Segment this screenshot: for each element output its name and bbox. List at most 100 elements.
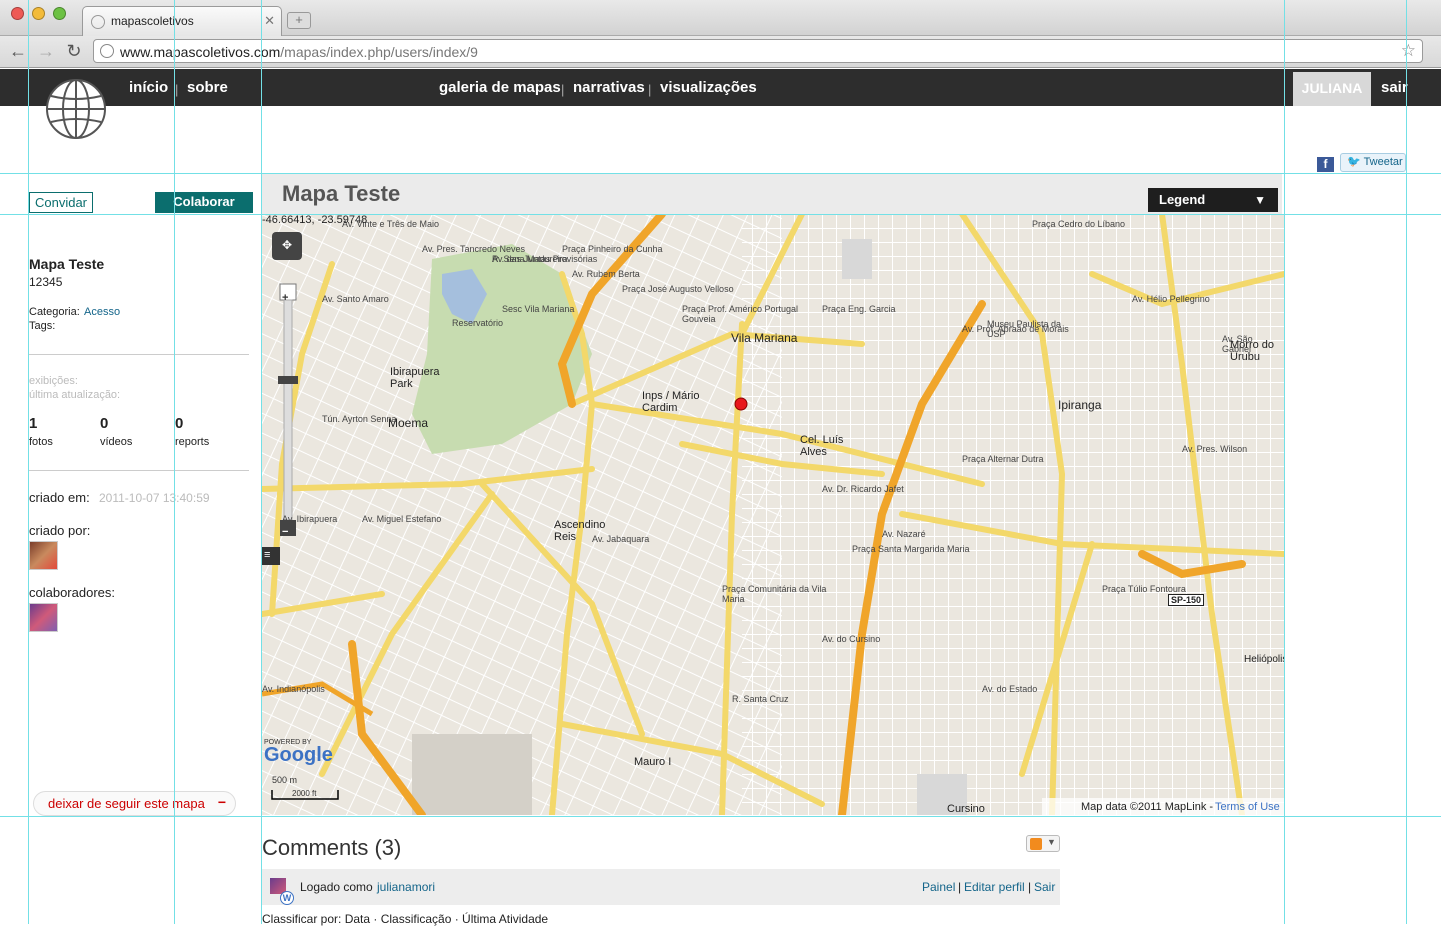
- minimize-window-button[interactable]: [32, 7, 45, 20]
- chevron-down-icon: ▼: [1047, 837, 1056, 847]
- map-label: Mauro I: [634, 756, 672, 768]
- created-by-label: criado por:: [29, 523, 91, 538]
- map-label: Praça Prof. Américo Portugal Gouveia: [682, 304, 799, 324]
- views-label: exibições:: [29, 375, 78, 387]
- creator-avatar[interactable]: [29, 541, 58, 570]
- forward-arrow-icon[interactable]: →: [36, 41, 56, 62]
- user-menu[interactable]: JULIANA: [1293, 72, 1371, 106]
- map-label: Av. Prof. Abraão de Morais: [962, 324, 1069, 334]
- guide-line: [174, 0, 175, 924]
- videos-label: vídeos: [100, 436, 133, 448]
- minus-icon: −: [217, 794, 226, 810]
- address-bar[interactable]: www.mapascoletivos.com/mapas/index.php/u…: [93, 39, 1423, 63]
- map-attribution: Map data ©2011 MapLink -: [1081, 801, 1214, 813]
- link-separator: |: [958, 880, 962, 894]
- map-label: Heliópolis: [1244, 654, 1284, 665]
- globe-icon: [100, 44, 114, 58]
- map-label: Av. Indianópolis: [262, 684, 325, 694]
- map-coordinates: -46.66413, -23.59748: [262, 214, 368, 226]
- map-name: Mapa Teste: [29, 256, 105, 272]
- map-label: Av. Miguel Estefano: [362, 514, 442, 524]
- map-label: Av. Hélio Pellegrino: [1132, 294, 1210, 304]
- nav-galeria[interactable]: galeria de mapas: [439, 79, 561, 96]
- tweet-button[interactable]: 🐦 Tweetar: [1340, 153, 1406, 172]
- scale-feet: 2000 ft: [292, 789, 317, 798]
- zoom-in-icon[interactable]: +: [282, 292, 288, 304]
- map-label: Av. das Juntas Provisórias: [492, 254, 598, 264]
- guide-line: [0, 214, 1441, 215]
- close-window-button[interactable]: [11, 7, 24, 20]
- nav-inicio[interactable]: início: [129, 79, 168, 96]
- photos-count: 1: [29, 415, 38, 432]
- login-bar: W Logado como julianamori Painel | Edita…: [262, 869, 1060, 905]
- map-label: Cel. Luís Alves: [800, 434, 844, 458]
- rss-icon: [1030, 838, 1042, 850]
- collaborator-avatar[interactable]: [29, 603, 58, 632]
- map-label: Av. Nazaré: [882, 529, 926, 539]
- map-title: Mapa Teste: [282, 181, 401, 206]
- link-separator: |: [1028, 880, 1032, 894]
- rss-dropdown[interactable]: ▼: [1026, 835, 1060, 852]
- terms-link[interactable]: Terms of Use: [1215, 801, 1280, 813]
- panel-link[interactable]: Painel: [922, 880, 955, 894]
- created-at-value: 2011-10-07 13:40:59: [99, 491, 210, 505]
- guide-line: [1406, 0, 1407, 924]
- map-label: SP-150: [1168, 594, 1205, 606]
- username-link[interactable]: julianamori: [377, 880, 435, 894]
- map-title-bar: Mapa Teste Legend ▼: [262, 174, 1282, 214]
- google-logo[interactable]: Google: [264, 744, 333, 767]
- nav-separator: |: [561, 82, 565, 97]
- facebook-icon[interactable]: f: [1317, 157, 1334, 172]
- map-label: Av. do Cursino: [822, 634, 881, 644]
- pan-control-icon[interactable]: ✥: [282, 238, 292, 252]
- map-label: Praça Alternar Dutra: [962, 454, 1044, 464]
- map-label: Vila Mariana: [731, 331, 798, 345]
- nav-visualizacoes[interactable]: visualizações: [660, 79, 757, 96]
- map-label: Ibirapuera Park: [390, 366, 440, 390]
- logout-comments-link[interactable]: Sair: [1034, 880, 1055, 894]
- map-label: Av. Santo Amaro: [322, 294, 389, 304]
- guide-line: [0, 816, 1441, 817]
- map-label: Av. Pres. Tancredo Neves: [422, 244, 526, 254]
- new-tab-button[interactable]: +: [287, 12, 311, 29]
- guide-line: [0, 173, 1441, 174]
- layers-icon[interactable]: ≡: [264, 549, 270, 561]
- map-label: Av. do Estado: [982, 684, 1038, 694]
- tab-title: mapascoletivos: [111, 14, 194, 28]
- unfollow-map-button[interactable]: deixar de seguir este mapa −: [33, 791, 236, 816]
- map-label: Reservatório: [452, 318, 504, 328]
- nav-separator: |: [175, 82, 179, 97]
- bookmark-star-icon[interactable]: ☆: [1401, 41, 1416, 61]
- map-id: 12345: [29, 275, 63, 289]
- map-label: Praça Cedro do Líbano: [1032, 219, 1126, 229]
- reload-icon[interactable]: ↻: [64, 41, 84, 62]
- map-label: Tún. Ayrton Senna: [322, 414, 397, 424]
- browser-tab[interactable]: mapascoletivos ✕: [82, 6, 282, 36]
- map-label: Ipiranga: [1058, 398, 1102, 412]
- map-label: Praça José Augusto Velloso: [622, 284, 734, 294]
- nav-narrativas[interactable]: narrativas: [573, 79, 645, 96]
- wordpress-icon: W: [280, 891, 294, 905]
- map-label: Av. Ibirapuera: [282, 514, 338, 524]
- nav-sobre[interactable]: sobre: [187, 79, 228, 96]
- map-label: Sesc Vila Mariana: [502, 304, 575, 314]
- category-link[interactable]: Acesso: [84, 306, 120, 318]
- edit-profile-link[interactable]: Editar perfil: [964, 880, 1025, 894]
- zoom-out-icon[interactable]: −: [282, 526, 288, 538]
- zoom-window-button[interactable]: [53, 7, 66, 20]
- map-label: Inps / Mário Cardim: [642, 390, 700, 414]
- tab-close-icon[interactable]: ✕: [264, 13, 275, 29]
- logged-as-label: Logado como: [300, 880, 373, 894]
- globe-logo-icon[interactable]: [45, 78, 107, 140]
- invite-button[interactable]: Convidar: [29, 192, 93, 213]
- divider: [29, 470, 249, 471]
- legend-dropdown[interactable]: Legend ▼: [1148, 188, 1278, 212]
- map-canvas[interactable]: + − ✥ ≡ POWERED BY Google 500 m 2000 ft …: [262, 214, 1284, 815]
- browser-tab-bar: mapascoletivos ✕ +: [0, 0, 1441, 36]
- back-arrow-icon[interactable]: ←: [8, 41, 28, 62]
- globe-icon: [91, 15, 105, 29]
- last-update-label: última atualização:: [29, 389, 121, 401]
- map-label: Av. Dr. Ricardo Jafet: [822, 484, 904, 494]
- collaborate-button[interactable]: Colaborar: [155, 192, 253, 213]
- logout-link[interactable]: sair: [1381, 79, 1408, 96]
